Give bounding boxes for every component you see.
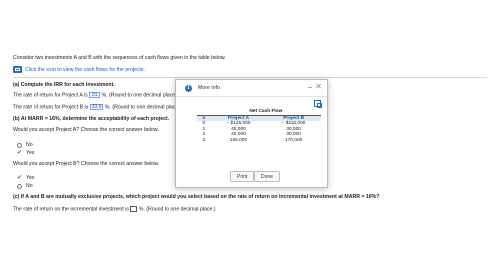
info-icon: i [185, 85, 192, 92]
part-a-line-a: The rate of return for Project A is 31 %… [13, 92, 178, 99]
cash-flow-link[interactable]: Click the icon to view the cash flows fo… [25, 67, 145, 73]
option-label: Yes [26, 150, 35, 156]
option-label: No [26, 183, 33, 189]
part-a-line-b: The rate of return for Project B is 33.9… [13, 104, 182, 111]
project-b-irr-answer[interactable]: 33.9 [89, 104, 104, 110]
cell-n: 3 [202, 137, 206, 143]
question-project-a: Would you accept Project A? Choose the c… [13, 127, 159, 133]
option-label: Yes [26, 175, 35, 181]
cash-flow-link-row[interactable]: Click the icon to view the cash flows fo… [13, 65, 145, 74]
part-c-line-prefix: The rate of return on the incremental in… [13, 206, 129, 213]
copy-icon[interactable] [314, 100, 322, 108]
option-yes-b[interactable]: ✔ Yes [17, 175, 35, 182]
option-no-a[interactable]: No [17, 142, 33, 148]
part-a-line-a-prefix: The rate of return for Project A is [13, 92, 88, 99]
print-button[interactable]: Print [230, 171, 255, 182]
minimize-button[interactable]: – [308, 84, 312, 91]
cell-b: 170,000 [284, 137, 303, 143]
cash-flow-table: Net Cash Flow n Project A Project B 0 – … [197, 109, 321, 143]
modal-header: i More Info – ✕ [176, 80, 327, 97]
option-yes-a[interactable]: ✔ Yes [17, 150, 35, 157]
cell-a: 165,000 [229, 137, 248, 143]
modal-title: More Info [198, 85, 220, 91]
homework-page: Consider two investments A and B with th… [0, 0, 500, 280]
option-label: No [26, 142, 33, 148]
close-button[interactable]: ✕ [315, 83, 322, 91]
checkmark-icon[interactable]: ✔ [17, 175, 22, 181]
part-a-line-a-suffix: %. (Round to one decimal place.) [101, 92, 179, 99]
table-row: 3 165,000 170,000 [197, 138, 321, 144]
checkmark-icon[interactable]: ✔ [17, 150, 22, 156]
radio-icon[interactable] [17, 183, 22, 189]
part-b-heading: (b) At MARR = 16%, determine the accepta… [13, 116, 170, 122]
divider [13, 77, 487, 78]
table-icon[interactable] [13, 66, 22, 73]
question-project-b: Would you accept Project B? Choose the c… [13, 161, 160, 167]
incremental-ror-answer[interactable] [130, 206, 138, 212]
problem-intro: Consider two investments A and B with th… [13, 55, 226, 61]
project-a-irr-answer[interactable]: 31 [89, 92, 101, 98]
radio-icon[interactable] [17, 142, 22, 148]
done-button[interactable]: Done [254, 171, 280, 182]
part-a-line-b-prefix: The rate of return for Project B is [13, 104, 89, 111]
part-c-line: The rate of return on the incremental in… [13, 206, 216, 213]
part-c-line-suffix: %. (Round to one decimal place.) [138, 206, 216, 213]
part-a-heading: (a) Compute the IRR for each investment. [13, 82, 115, 88]
part-c-heading: (c) If A and B are mutually exclusive pr… [13, 194, 380, 200]
option-no-b[interactable]: No [17, 183, 33, 189]
part-a-line-b-suffix: %. (Round to one decimal place.) [104, 104, 182, 111]
more-info-modal: i More Info – ✕ Net Cash Flow n Project … [175, 79, 328, 188]
